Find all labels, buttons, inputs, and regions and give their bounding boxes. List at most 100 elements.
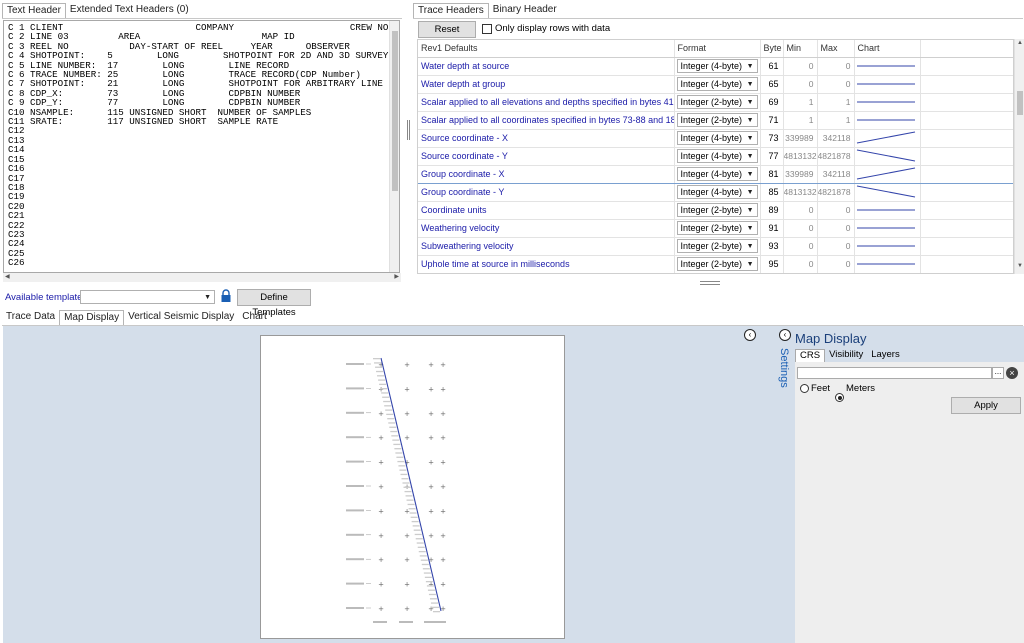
col-byte[interactable]: Byte <box>760 40 784 58</box>
scroll-up-icon[interactable]: ▲ <box>1017 40 1023 46</box>
format-cell[interactable]: Integer (4-byte) ▼ <box>674 75 761 94</box>
format-dropdown[interactable]: Integer (2-byte) ▼ <box>676 203 758 217</box>
scroll-down-icon[interactable]: ▼ <box>1017 263 1023 269</box>
back-icon[interactable]: ‹ <box>779 329 791 341</box>
field-name[interactable]: Coordinate units <box>418 201 675 220</box>
col-max[interactable]: Max <box>817 40 855 58</box>
field-name[interactable]: Source coordinate - Y <box>418 147 675 166</box>
reset-button[interactable]: Reset <box>418 21 476 38</box>
format-dropdown[interactable]: Integer (2-byte) ▼ <box>676 239 758 253</box>
col-rev1-defaults[interactable]: Rev1 Defaults <box>418 40 675 58</box>
field-name[interactable]: Uphole time at source in milliseconds <box>418 255 675 273</box>
meters-radio[interactable] <box>835 393 844 402</box>
format-dropdown[interactable]: Integer (4-byte) ▼ <box>676 167 758 181</box>
tab-text-header[interactable]: Text Header <box>2 3 66 18</box>
tab-map-display[interactable]: Map Display <box>59 310 125 325</box>
format-dropdown[interactable]: Integer (2-byte) ▼ <box>676 95 758 109</box>
tab-crs[interactable]: CRS <box>795 349 826 362</box>
collapse-left-icon[interactable]: ‹ <box>744 329 756 341</box>
format-dropdown[interactable]: Integer (4-byte) ▼ <box>676 59 758 73</box>
table-scrollbar[interactable]: ▲ ▼ <box>1014 39 1024 274</box>
scroll-thumb[interactable] <box>392 31 398 191</box>
map-canvas[interactable]: + + + + + + + + + + + + + + + + + + + + + + + + + + + + + + + + + + + + + + + +… <box>260 335 565 639</box>
format-cell[interactable]: Integer (4-byte) ▼ <box>674 164 761 184</box>
tab-layers[interactable]: Layers <box>867 349 904 362</box>
tab-binary-header[interactable]: Binary Header <box>489 3 561 18</box>
define-templates-button[interactable]: Define Templates <box>237 289 311 318</box>
table-row[interactable]: Source coordinate - X Integer (4-byte) ▼ 73… <box>418 129 1013 148</box>
templates-dropdown[interactable]: ▼ <box>80 290 215 304</box>
lock-icon[interactable] <box>220 289 232 303</box>
format-cell[interactable]: Integer (2-byte)▼ <box>674 93 761 112</box>
survey-point-label <box>422 568 430 570</box>
col-chart[interactable]: Chart <box>854 40 921 58</box>
clear-icon[interactable]: × <box>1006 367 1018 379</box>
chart-cell <box>854 93 921 112</box>
field-name[interactable]: Scalar applied to all coordinates specif… <box>418 111 675 130</box>
map-area[interactable]: + + + + + + + + + + + + + + + + + + + + + + + + + + + + + + + + + + + + + + + +… <box>3 326 795 643</box>
only-data-checkbox[interactable] <box>482 24 492 34</box>
table-row[interactable]: Uphole time at source in milliseconds Int… <box>418 255 1013 273</box>
feet-radio[interactable] <box>800 384 809 393</box>
apply-button[interactable]: Apply <box>951 397 1021 414</box>
field-name[interactable]: Water depth at group <box>418 75 675 94</box>
scroll-left-icon[interactable]: ◀ <box>5 273 10 280</box>
table-row[interactable]: Scalar applied to all elevations and dep… <box>418 93 1013 112</box>
table-row[interactable]: Scalar applied to all coordinates specif… <box>418 111 1013 130</box>
format-dropdown[interactable]: Integer (4-byte) ▼ <box>676 185 758 199</box>
format-cell[interactable]: Integer (2-byte)▼ <box>674 255 761 273</box>
table-row[interactable]: Water depth at group Integer (4-byte) ▼ 65 0… <box>418 75 1013 94</box>
table-row[interactable]: Coordinate units Integer (2-byte) ▼ 89 0 0 <box>418 201 1013 220</box>
format-cell[interactable]: Integer (2-byte)▼ <box>674 111 761 130</box>
crs-browse-button[interactable]: ... <box>992 367 1004 379</box>
format-dropdown[interactable]: Integer (2-byte) ▼ <box>676 257 758 271</box>
scroll-right-icon[interactable]: ▶ <box>394 273 399 280</box>
table-row[interactable]: Water depth at source Integer (4-byte) ▼ 61… <box>418 57 1013 76</box>
table-row[interactable]: Subweathering velocity Integer (2-byte) ▼ 9… <box>418 237 1013 256</box>
table-row[interactable]: Source coordinate - Y Integer (4-byte) ▼ 77… <box>418 147 1013 166</box>
field-name[interactable]: Group coordinate - X <box>418 164 675 184</box>
text-header-area[interactable]: C 1 CLIENT COMPANY CREW NO C 2 LINE 03 AR… <box>3 20 400 273</box>
format-dropdown[interactable]: Integer (2-byte) ▼ <box>676 221 758 235</box>
format-cell[interactable]: Integer (2-byte)▼ <box>674 201 761 220</box>
tab-trace-headers[interactable]: Trace Headers <box>413 3 489 18</box>
table-row[interactable]: Weathering velocity Integer (2-byte) ▼ 91 0 0 <box>418 219 1013 238</box>
field-name[interactable]: Weathering velocity <box>418 219 675 238</box>
field-name[interactable]: Water depth at source <box>418 57 675 76</box>
tab-extended-text-headers[interactable]: Extended Text Headers (0) <box>66 3 193 18</box>
format-cell[interactable]: Integer (4-byte) ▼ <box>674 57 761 76</box>
field-name[interactable]: Scalar applied to all elevations and dep… <box>418 93 675 112</box>
crs-input[interactable] <box>797 367 992 379</box>
format-cell[interactable]: Integer (4-byte) ▼ <box>674 129 761 148</box>
field-name[interactable]: Group coordinate - Y <box>418 183 675 202</box>
format-cell[interactable]: Integer (2-byte)▼ <box>674 273 760 274</box>
col-format[interactable]: Format <box>674 40 761 58</box>
vertical-splitter-grip[interactable] <box>407 120 410 140</box>
settings-side-label[interactable]: Settings <box>774 348 790 408</box>
format-dropdown[interactable]: Integer (4-byte) ▼ <box>676 149 758 163</box>
table-scroll-thumb[interactable] <box>1017 91 1023 115</box>
byte-cell: 93 <box>760 237 784 256</box>
table-row[interactable]: Uphole time at group in millisecondsInte… <box>418 273 1014 274</box>
field-name[interactable]: Uphole time at group in milliseconds <box>418 273 674 274</box>
format-dropdown[interactable]: Integer (2-byte) ▼ <box>676 113 758 127</box>
field-name[interactable]: Source coordinate - X <box>418 129 675 148</box>
text-header-scrollbar[interactable] <box>389 21 399 272</box>
format-dropdown[interactable]: Integer (4-byte) ▼ <box>676 77 758 91</box>
col-min[interactable]: Min <box>783 40 818 58</box>
format-cell[interactable]: Integer (4-byte) ▼ <box>674 183 761 202</box>
text-header-hscrollbar[interactable]: ◀ ▶ <box>3 273 401 282</box>
tab-chart[interactable]: Chart <box>238 310 270 325</box>
field-name[interactable]: Subweathering velocity <box>418 237 675 256</box>
format-dropdown[interactable]: Integer (4-byte) ▼ <box>676 131 758 145</box>
format-cell[interactable]: Integer (2-byte)▼ <box>674 237 761 256</box>
table-row[interactable]: Group coordinate - X Integer (4-byte) ▼ 81 3… <box>418 164 1013 184</box>
table-row[interactable]: Group coordinate - Y Integer (4-byte) ▼ 85 4… <box>418 183 1013 202</box>
tab-visibility[interactable]: Visibility <box>825 349 867 362</box>
tab-trace-data[interactable]: Trace Data <box>2 310 59 325</box>
format-cell[interactable]: Integer (4-byte) ▼ <box>674 147 761 166</box>
survey-point-label <box>429 598 437 600</box>
tab-vertical-seismic-display[interactable]: Vertical Seismic Display <box>124 310 238 325</box>
format-cell[interactable]: Integer (2-byte)▼ <box>674 219 761 238</box>
horizontal-splitter-grip[interactable] <box>700 281 720 285</box>
